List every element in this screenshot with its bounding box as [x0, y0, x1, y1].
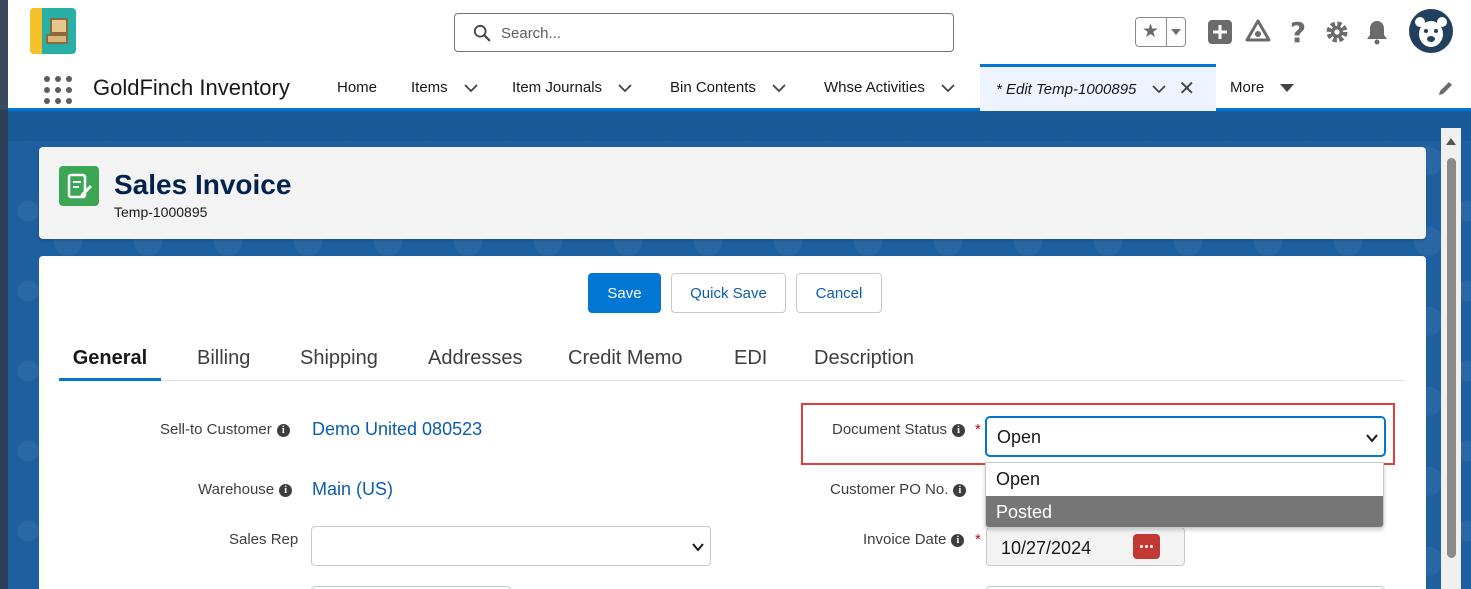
chevron-down-icon[interactable] [464, 81, 478, 95]
global-header: ★ ? [8, 0, 1471, 64]
date-value: 10/27/2024 [1001, 538, 1092, 558]
sell-to-customer-link[interactable]: Demo United 080523 [312, 419, 482, 440]
form-tabs: General Billing Shipping Addresses Credi… [59, 338, 1406, 381]
field-label-text: Customer PO No. [830, 481, 949, 498]
edit-nav-pencil-icon[interactable] [1436, 78, 1456, 98]
record-highlights-panel: Sales Invoice Temp-1000895 [39, 147, 1426, 239]
field-label-text: Warehouse [198, 481, 275, 498]
invoice-date-input[interactable]: 10/27/2024 [986, 527, 1185, 566]
tab-general[interactable]: General [59, 338, 161, 381]
app-launcher-icon[interactable] [44, 76, 72, 104]
search-input[interactable] [501, 20, 931, 46]
page-title: Sales Invoice [114, 169, 292, 200]
nav-item-label: * Edit Temp-1000895 [996, 80, 1137, 98]
close-tab-icon[interactable]: ✕ [1178, 79, 1195, 99]
setup-gear-icon[interactable] [1323, 18, 1351, 46]
warehouse-link[interactable]: Main (US) [312, 479, 393, 500]
info-icon[interactable]: i [951, 534, 965, 547]
nav-item-label: Bin Contents [670, 79, 756, 96]
record-name: Temp-1000895 [114, 204, 208, 220]
chevron-down-icon[interactable] [772, 81, 786, 95]
search-icon [473, 24, 491, 42]
tab-addresses[interactable]: Addresses [428, 338, 523, 381]
nav-item-item-journals[interactable]: Item Journals [512, 64, 632, 111]
info-icon[interactable]: i [279, 484, 293, 497]
favorites-button[interactable]: ★ [1135, 17, 1186, 47]
required-asterisk: * [975, 531, 981, 548]
caret-down-icon [1280, 83, 1295, 92]
nav-item-edit-temp[interactable]: * Edit Temp-1000895 ✕ [980, 64, 1216, 111]
window-frame-strip [0, 110, 8, 589]
dropdown-option-open[interactable]: Open [986, 463, 1383, 496]
nav-item-more[interactable]: More [1230, 64, 1295, 111]
scrollbar-thumb[interactable] [1447, 158, 1456, 558]
tab-billing[interactable]: Billing [197, 338, 250, 381]
goldfinch-logo[interactable] [30, 8, 76, 54]
user-avatar[interactable] [1409, 9, 1453, 53]
nav-item-items[interactable]: Items [411, 64, 478, 111]
annotation-highlight-box [801, 403, 1395, 465]
document-status-dropdown: Open Posted [985, 462, 1384, 528]
sales-invoice-record-icon [59, 166, 99, 206]
sales-rep-select[interactable] [311, 526, 711, 566]
global-search[interactable] [454, 13, 954, 52]
warehouse-label: Warehouse i [198, 481, 293, 498]
invoice-date-label: Invoice Date i [863, 531, 965, 548]
sell-to-customer-label: Sell-to Customer i [160, 421, 290, 438]
page-background-band [8, 111, 1471, 141]
dropdown-option-posted[interactable]: Posted [986, 496, 1383, 527]
add-icon[interactable] [1206, 18, 1234, 46]
scroll-up-arrow-icon[interactable] [1446, 138, 1456, 145]
app-nav-bar: GoldFinch Inventory Home Items Item Jour… [8, 64, 1471, 111]
sales-rep-label: Sales Rep [229, 531, 299, 548]
nav-item-home[interactable]: Home [337, 64, 377, 111]
nav-item-label: Home [337, 79, 378, 96]
chevron-down-icon[interactable] [941, 81, 955, 95]
chevron-down-icon[interactable] [1152, 82, 1167, 96]
chevron-down-icon[interactable] [1171, 29, 1181, 35]
chevron-down-icon[interactable] [618, 81, 632, 95]
svg-text:?: ? [1290, 18, 1306, 46]
customer-po-label: Customer PO No. i [830, 481, 967, 498]
field-label-text: Sell-to Customer [160, 421, 272, 438]
nav-item-label: Item Journals [512, 79, 603, 96]
chevron-down-icon [692, 543, 704, 552]
help-icon[interactable]: ? [1284, 18, 1312, 46]
info-icon[interactable]: i [276, 424, 290, 437]
nav-item-label: More [1230, 79, 1265, 96]
nav-item-bin-contents[interactable]: Bin Contents [670, 64, 786, 111]
favorites-star-icon: ★ [1142, 21, 1160, 42]
page-scrollbar[interactable] [1441, 128, 1461, 589]
tab-credit-memo[interactable]: Credit Memo [568, 338, 682, 381]
tab-shipping[interactable]: Shipping [300, 338, 378, 381]
cancel-button[interactable]: Cancel [796, 273, 882, 313]
trailhead-icon[interactable] [1244, 18, 1272, 46]
save-button[interactable]: Save [588, 273, 661, 313]
info-icon[interactable]: i [953, 484, 967, 497]
tab-edi[interactable]: EDI [734, 338, 767, 381]
field-label-text: Invoice Date [863, 531, 947, 548]
date-picker-icon[interactable] [1133, 534, 1160, 559]
app-name: GoldFinch Inventory [93, 75, 290, 100]
quick-save-button[interactable]: Quick Save [671, 273, 786, 313]
nav-item-label: Items [411, 79, 448, 96]
tab-description[interactable]: Description [814, 338, 914, 381]
nav-item-label: Whse Activities [824, 79, 925, 96]
nav-item-whse-activities[interactable]: Whse Activities [824, 64, 955, 111]
notifications-bell-icon[interactable] [1363, 18, 1391, 46]
